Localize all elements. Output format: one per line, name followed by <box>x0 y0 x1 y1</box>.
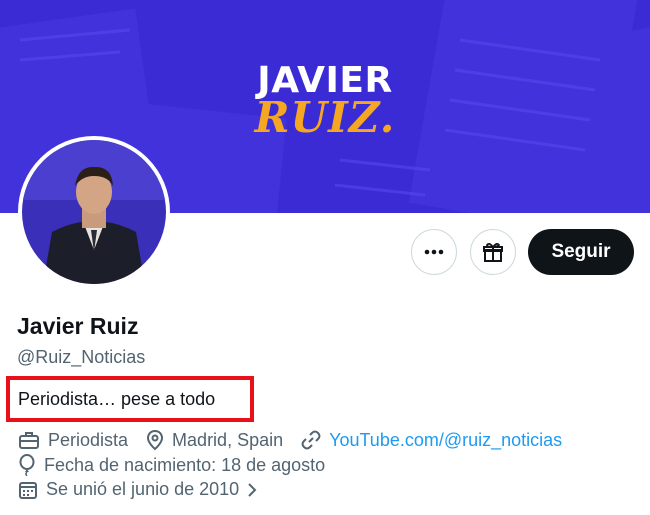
more-icon <box>424 249 444 255</box>
gift-button[interactable] <box>470 229 516 275</box>
location-pin-icon <box>147 429 164 451</box>
banner-subtitle: RUIZ. <box>254 93 396 142</box>
profile-name: Javier Ruiz <box>17 313 139 339</box>
birthday-text: Fecha de nacimiento: 18 de agosto <box>44 454 326 475</box>
profile-meta-row: Periodista Madrid, Spain YouTube.com/@ru… <box>18 429 580 451</box>
link-icon <box>301 430 321 450</box>
avatar[interactable] <box>18 136 170 288</box>
more-options-button[interactable] <box>411 229 457 275</box>
profession-text: Periodista <box>48 429 129 450</box>
joined-text: Se unió el junio de 2010 <box>46 479 240 499</box>
avatar-photo <box>22 140 166 284</box>
balloon-icon <box>19 454 35 476</box>
briefcase-icon <box>19 432 39 449</box>
location-item: Madrid, Spain <box>146 429 283 451</box>
website-item[interactable]: YouTube.com/@ruiz_noticias <box>301 430 562 451</box>
birthday-item: Fecha de nacimiento: 18 de agosto <box>18 454 325 476</box>
joined-item[interactable]: Se unió el junio de 2010 <box>18 479 259 500</box>
profile-bio: Periodista… pese a todo <box>18 389 216 409</box>
profile-handle: @Ruiz_Noticias <box>17 347 146 367</box>
profession-item: Periodista <box>18 430 128 451</box>
chevron-right-icon <box>248 482 257 497</box>
location-text: Madrid, Spain <box>172 429 284 450</box>
follow-button[interactable]: Seguir <box>528 229 634 275</box>
calendar-icon <box>19 481 37 499</box>
gift-icon <box>483 242 503 262</box>
website-link[interactable]: YouTube.com/@ruiz_noticias <box>329 430 562 451</box>
